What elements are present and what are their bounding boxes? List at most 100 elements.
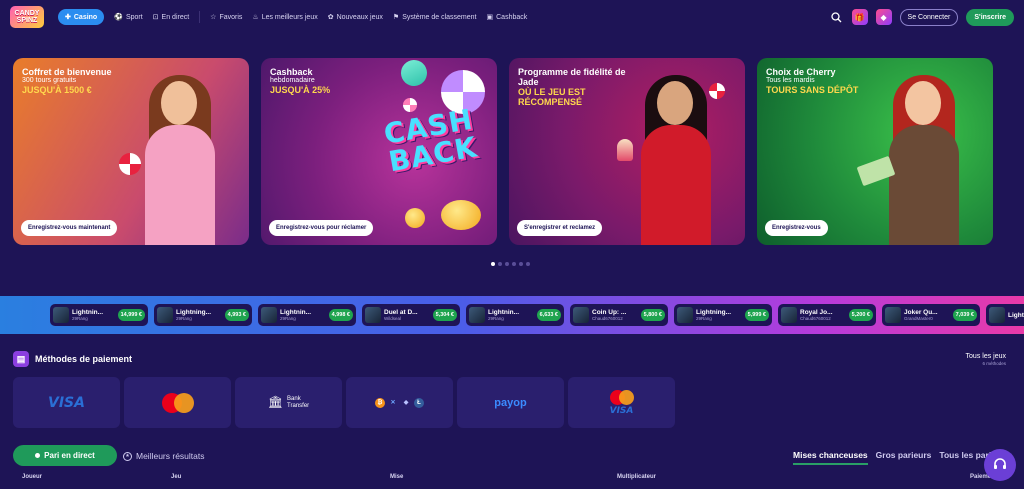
promo-register-button[interactable]: Enregistrez-vous pour réclamer bbox=[269, 220, 374, 236]
new-icon: ✿ bbox=[327, 14, 334, 21]
column-header-game: Jeu bbox=[171, 474, 182, 480]
bonus-gift-icon[interactable]: 🎁 bbox=[851, 9, 868, 25]
bank-line1: Bank bbox=[287, 395, 301, 402]
recent-win-item[interactable]: Lightning... 29Rang 5,999 € bbox=[674, 304, 772, 326]
carousel-dot[interactable] bbox=[505, 262, 509, 266]
xrp-icon: ✕ bbox=[390, 400, 396, 406]
dress-shape bbox=[889, 125, 959, 245]
payment-card-payop[interactable]: payop bbox=[457, 377, 564, 428]
win-info: Coin Up: ... Chaud6760012 bbox=[592, 309, 638, 321]
recent-win-item[interactable]: Duel at D... Wildseal 5,304 € bbox=[362, 304, 460, 326]
payment-card-mastercard[interactable] bbox=[124, 377, 231, 428]
all-games-link[interactable]: Tous les jeux 6 méthodes bbox=[966, 353, 1006, 366]
bank-icon: 🏛 bbox=[267, 395, 284, 409]
face-shape bbox=[161, 81, 197, 125]
bets-tabs: Mises chanceuses Gros parieurs Tous les … bbox=[793, 450, 996, 465]
payment-methods-heading: ▤ Méthodes de paiement bbox=[13, 351, 132, 367]
promo-card-cherry[interactable]: Choix de Cherry Tous les mardis TOURS SA… bbox=[757, 58, 993, 245]
promo-register-button[interactable]: Enregistrez-vous bbox=[765, 220, 828, 236]
promo-register-button[interactable]: Enregistrez-vous maintenant bbox=[21, 220, 118, 236]
promo-model-image bbox=[119, 75, 241, 245]
game-name: Lightn bbox=[1008, 311, 1024, 319]
promo-register-button[interactable]: S'enregistrer et reclamez bbox=[517, 220, 603, 236]
nav-favorites[interactable]: ☆ Favoris bbox=[210, 13, 242, 22]
promo-text: Choix de Cherry Tous les mardis TOURS SA… bbox=[766, 67, 876, 95]
nav-sport[interactable]: ⚽ Sport bbox=[114, 13, 142, 22]
recent-win-item[interactable]: Lightn bbox=[986, 304, 1024, 326]
recent-win-item[interactable]: Joker Qu... GrandMaster0 7,039 € bbox=[882, 304, 980, 326]
game-thumbnail bbox=[469, 307, 485, 323]
carousel-dot[interactable] bbox=[526, 262, 530, 266]
payment-card-mastercard-visa[interactable]: VISA bbox=[568, 377, 675, 428]
game-thumbnail bbox=[157, 307, 173, 323]
nav-top-games[interactable]: ♨ Les meilleurs jeux bbox=[252, 13, 317, 22]
support-chat-icon[interactable] bbox=[984, 449, 1016, 481]
search-icon[interactable] bbox=[830, 10, 844, 24]
best-results-tab[interactable]: ★ Meilleurs résultats bbox=[123, 451, 205, 461]
carousel-dot[interactable] bbox=[519, 262, 523, 266]
recent-win-item[interactable]: Lightnin... 29Rang 6,633 € bbox=[466, 304, 564, 326]
bank-transfer-logo: 🏛 Bank Transfer bbox=[268, 396, 309, 410]
wrapped-candy-image bbox=[397, 58, 431, 90]
nav-ranking[interactable]: ⚑ Système de classement bbox=[393, 13, 477, 22]
payment-card-visa[interactable]: VISA bbox=[13, 377, 120, 428]
live-icon: ⊡ bbox=[152, 14, 159, 21]
carousel-dots bbox=[491, 262, 530, 266]
win-info: Lightning... 29Rang bbox=[696, 309, 742, 321]
header-actions: 🎁 ◆ Se Connecter S'inscrire bbox=[830, 8, 1014, 26]
recent-win-item[interactable]: Lightning... 29Rang 4,993 € bbox=[154, 304, 252, 326]
lollipop-image bbox=[119, 153, 141, 175]
nav-new-games[interactable]: ✿ Nouveaux jeux bbox=[327, 13, 383, 22]
game-name: Coin Up: ... bbox=[592, 309, 627, 316]
recent-win-item[interactable]: Coin Up: ... Chaud6760012 5,800 € bbox=[570, 304, 668, 326]
recent-win-item[interactable]: Royal Jo... Chaud6760012 5,200 € bbox=[778, 304, 876, 326]
face-shape bbox=[657, 81, 693, 125]
face-shape bbox=[905, 81, 941, 125]
promo-subtitle: 300 tours gratuits bbox=[22, 77, 77, 84]
recent-win-item[interactable]: Lightnin... 29Rang 14,999 € bbox=[50, 304, 148, 326]
live-bets-label: Pari en direct bbox=[44, 451, 95, 460]
nav-live[interactable]: ⊡ En direct bbox=[152, 13, 190, 22]
game-thumbnail bbox=[677, 307, 693, 323]
promo-highlight: JUSQU'À 1500 € bbox=[22, 85, 92, 95]
tab-high-rollers[interactable]: Gros parieurs bbox=[876, 450, 932, 465]
payment-card-bank-transfer[interactable]: 🏛 Bank Transfer bbox=[235, 377, 342, 428]
column-header-player: Joueur bbox=[22, 474, 43, 480]
game-name: Royal Jo... bbox=[800, 309, 833, 316]
live-bets-button[interactable]: Pari en direct bbox=[13, 445, 117, 466]
sport-icon: ⚽ bbox=[114, 14, 123, 21]
nav-divider bbox=[199, 11, 201, 23]
payment-card-crypto[interactable]: ₿ ✕ ◆ Ł bbox=[346, 377, 453, 428]
win-info: Joker Qu... GrandMaster0 bbox=[904, 309, 950, 321]
game-thumbnail bbox=[53, 307, 69, 323]
promo-card-welcome[interactable]: Coffret de bienvenue 300 tours gratuits … bbox=[13, 58, 249, 245]
win-info: Duel at D... Wildseal bbox=[384, 309, 430, 321]
carousel-dot[interactable] bbox=[498, 262, 502, 266]
signup-button[interactable]: S'inscrire bbox=[966, 8, 1014, 26]
tab-lucky-bets[interactable]: Mises chanceuses bbox=[793, 450, 868, 465]
visa-logo: VISA bbox=[609, 405, 634, 416]
player-name: 29Rang bbox=[72, 316, 88, 321]
win-amount: 6,633 € bbox=[536, 309, 561, 321]
ethereum-icon: ◆ bbox=[403, 400, 409, 406]
player-name: Chaud6760012 bbox=[800, 316, 831, 321]
dress-shape bbox=[145, 125, 215, 245]
nav-cashback[interactable]: ▣ Cashback bbox=[487, 13, 528, 22]
game-thumbnail bbox=[365, 307, 381, 323]
lollipop-image bbox=[709, 83, 725, 99]
win-info: Lightn bbox=[1008, 312, 1024, 319]
promo-card-loyalty[interactable]: Programme de fidélité de Jade OÙ LE JEU … bbox=[509, 58, 745, 245]
brand-logo[interactable]: CANDY SPINZ bbox=[10, 6, 44, 28]
rewards-diamond-icon[interactable]: ◆ bbox=[875, 9, 892, 25]
promo-card-cashback[interactable]: CASH BACK Cashback hebdomadaire JUSQU'À 2… bbox=[261, 58, 497, 245]
carousel-dot[interactable] bbox=[512, 262, 516, 266]
game-name: Lightning... bbox=[176, 309, 212, 316]
carousel-dot[interactable] bbox=[491, 262, 495, 266]
nav-casino[interactable]: ✚ Casino bbox=[58, 9, 105, 25]
recent-win-item[interactable]: Lightnin... 29Rang 4,998 € bbox=[258, 304, 356, 326]
win-info: Lightnin... 29Rang bbox=[488, 309, 534, 321]
promo-subtitle: hebdomadaire bbox=[270, 77, 315, 84]
player-name: 29Rang bbox=[176, 316, 192, 321]
game-thumbnail bbox=[261, 307, 277, 323]
login-button[interactable]: Se Connecter bbox=[899, 8, 959, 26]
